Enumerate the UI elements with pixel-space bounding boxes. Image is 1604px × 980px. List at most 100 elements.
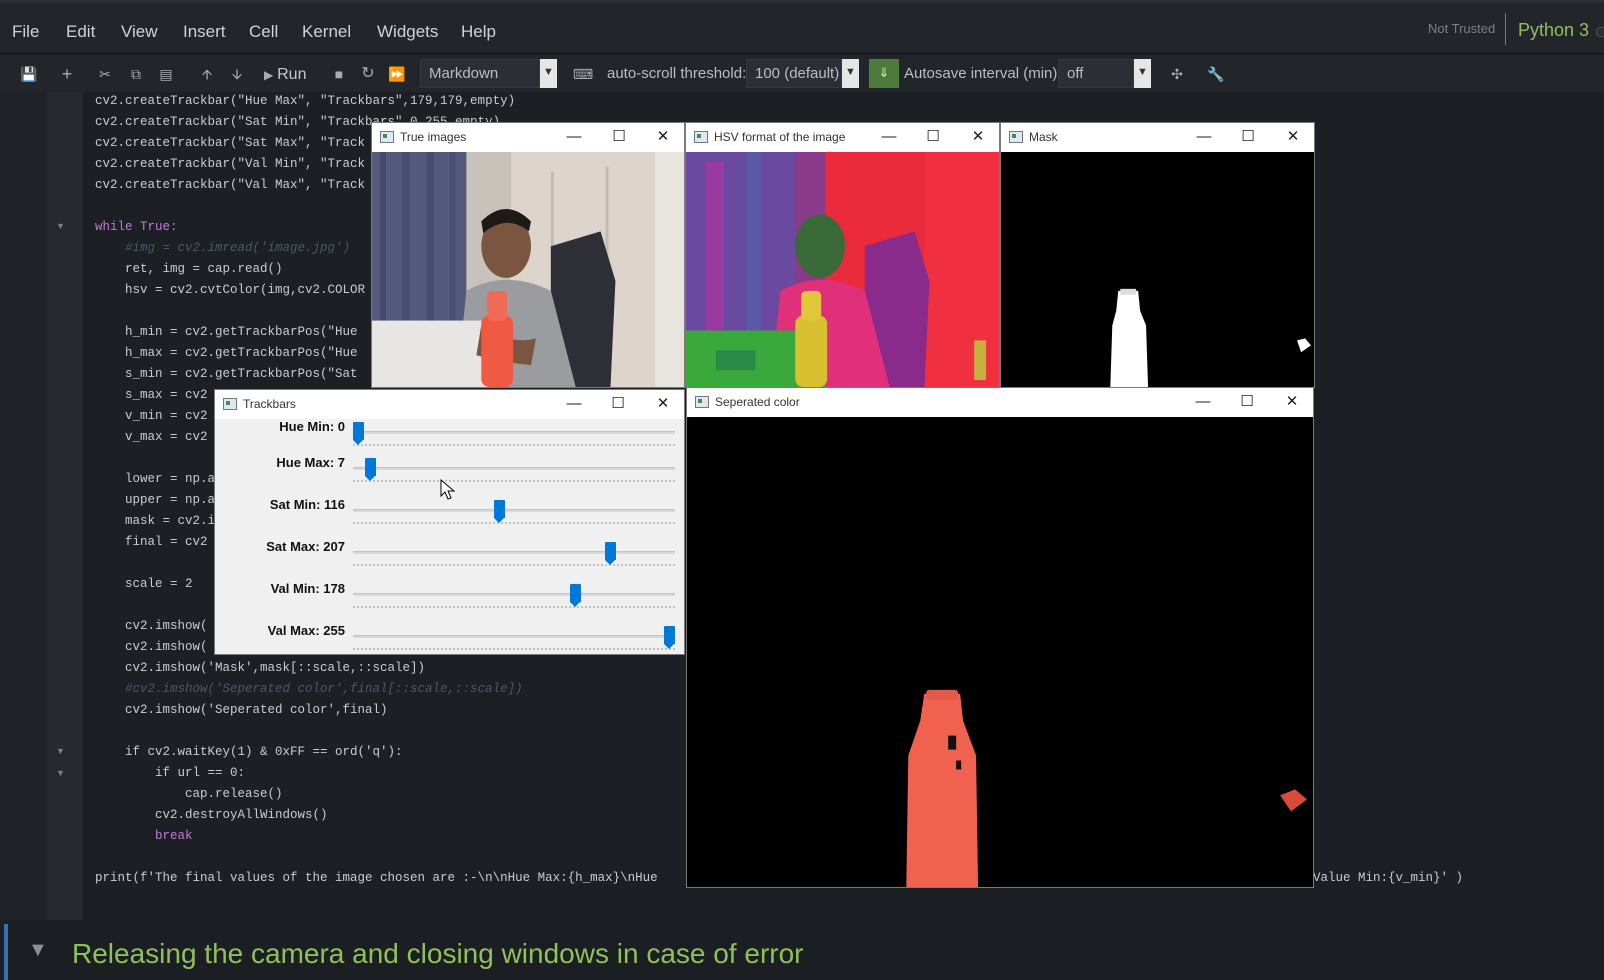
maximize-icon[interactable]: ☐ [608, 127, 630, 147]
menu-cell[interactable]: Cell [249, 22, 278, 42]
collapse-arrow-icon[interactable]: ▼ [28, 939, 48, 962]
trackbar-thumb[interactable] [664, 626, 675, 649]
trackbar-thumb[interactable] [605, 542, 617, 565]
autosave-select[interactable]: off [1058, 59, 1134, 88]
trackbar-ticks [353, 521, 675, 524]
code-line: ret, img = cap.read() [95, 262, 283, 276]
move-up-icon[interactable]: 🡩 [194, 61, 220, 87]
fold-arrow-icon[interactable]: ▼ [56, 768, 65, 778]
hsv-window[interactable]: HSV format of the image — ☐ ✕ [685, 122, 1000, 388]
minimize-icon[interactable]: — [1192, 392, 1214, 412]
crosshair-icon[interactable]: ✣ [1164, 61, 1190, 87]
window-titlebar[interactable]: Seperated color — ☐ ✕ [687, 388, 1313, 417]
chevron-down-icon[interactable]: ▼ [540, 59, 557, 88]
run-button[interactable]: ▶ Run [264, 61, 324, 87]
wrench-icon[interactable]: 🔧 [1203, 61, 1229, 87]
close-icon[interactable]: ✕ [652, 127, 674, 147]
autosave-toggle-icon[interactable]: ⇓ [869, 59, 899, 88]
code-line: if url == 0: [95, 766, 246, 780]
paste-icon[interactable]: ▤ [153, 61, 179, 87]
trackbar-thumb[interactable] [365, 458, 377, 481]
code-line: mask = cv2.i [95, 514, 216, 528]
trackbar-track[interactable] [353, 593, 675, 596]
trackbar-thumb[interactable] [494, 500, 506, 523]
menu-edit[interactable]: Edit [66, 22, 95, 42]
code-line: s_max = cv2 [95, 388, 208, 402]
mask-window[interactable]: Mask — ☐ ✕ [1000, 122, 1315, 388]
separated-color-window[interactable]: Seperated color — ☐ ✕ [686, 387, 1314, 888]
code-line: while True: [95, 220, 178, 234]
trackbar-label: Hue Max: 7 [276, 455, 345, 470]
maximize-icon[interactable]: ☐ [1236, 392, 1258, 412]
code-line: cv2.imshow( [95, 619, 208, 633]
move-down-icon[interactable]: 🡫 [224, 61, 250, 87]
code-line: s_min = cv2.getTrackbarPos("Sat [95, 367, 358, 381]
trackbar-track[interactable] [353, 635, 675, 638]
fold-arrow-icon[interactable]: ▼ [56, 221, 65, 231]
maximize-icon[interactable]: ☐ [607, 394, 629, 414]
window-titlebar[interactable]: Trackbars — ☐ ✕ [215, 390, 684, 419]
save-icon[interactable]: 💾 [16, 61, 42, 87]
fold-arrow-icon[interactable]: ▼ [56, 746, 65, 756]
mask-image [1001, 152, 1314, 387]
trackbar-track[interactable] [353, 509, 675, 512]
minimize-icon[interactable]: — [1193, 127, 1215, 147]
code-line: final = cv2 [95, 535, 208, 549]
separated-image [687, 417, 1313, 887]
menu-help[interactable]: Help [461, 22, 496, 42]
window-app-icon [1009, 131, 1023, 143]
chevron-down-icon[interactable]: ▼ [842, 59, 859, 88]
window-titlebar[interactable]: HSV format of the image — ☐ ✕ [686, 123, 999, 152]
window-titlebar[interactable]: Mask — ☐ ✕ [1001, 123, 1314, 152]
copy-icon[interactable]: ⧉ [123, 61, 149, 87]
add-cell-icon[interactable]: + [54, 61, 80, 87]
trackbar-track[interactable] [353, 431, 675, 434]
window-titlebar[interactable]: True images — ☐ ✕ [372, 123, 684, 152]
window-app-icon [380, 131, 394, 143]
mouse-cursor-icon [440, 479, 456, 500]
chevron-down-icon[interactable]: ▼ [1134, 59, 1151, 88]
close-icon[interactable]: ✕ [1282, 127, 1304, 147]
menu-kernel[interactable]: Kernel [302, 22, 351, 42]
autosave-label: Autosave interval (min): [904, 65, 1062, 82]
trackbar-thumb[interactable] [570, 584, 582, 607]
minimize-icon[interactable]: — [563, 127, 585, 147]
trackbars-window[interactable]: Trackbars — ☐ ✕ Hue Min: 0 Hue Max: 7 Sat … [214, 389, 685, 655]
stop-icon[interactable]: ■ [326, 61, 352, 87]
kernel-name[interactable]: Python 3 [1518, 20, 1589, 41]
maximize-icon[interactable]: ☐ [1237, 127, 1259, 147]
keyboard-icon[interactable]: ⌨ [570, 61, 596, 87]
menu-file[interactable]: File [12, 22, 39, 42]
cell-type-select[interactable]: Markdown [420, 59, 540, 88]
close-icon[interactable]: ✕ [1281, 392, 1303, 412]
code-line: cv2.createTrackbar("Val Min", "Track [95, 157, 366, 171]
code-line: scale = 2 [95, 577, 193, 591]
cell-gutter [47, 92, 83, 920]
separated-frame [687, 417, 1313, 887]
minimize-icon[interactable]: — [878, 127, 900, 147]
restart-icon[interactable]: ↻ [355, 61, 381, 87]
autoscroll-select[interactable]: 100 (default) [746, 59, 842, 88]
close-icon[interactable]: ✕ [652, 394, 674, 414]
menu-widgets[interactable]: Widgets [377, 22, 438, 42]
true-images-window[interactable]: True images — ☐ ✕ [371, 122, 685, 388]
code-comment: #img = cv2.imread('image.jpg') [95, 241, 351, 255]
fast-forward-icon[interactable]: ⏩ [384, 61, 410, 87]
cut-icon[interactable]: ✂ [92, 61, 118, 87]
trackbar-thumb[interactable] [353, 422, 364, 445]
cell-selection-bar [4, 924, 8, 980]
menu-view[interactable]: View [121, 22, 158, 42]
minimize-icon[interactable]: — [563, 394, 585, 414]
trackbar-track[interactable] [353, 551, 675, 554]
maximize-icon[interactable]: ☐ [922, 127, 944, 147]
window-app-icon [694, 131, 708, 143]
trackbar-track[interactable] [353, 467, 675, 470]
code-line: h_min = cv2.getTrackbarPos("Hue [95, 325, 358, 339]
code-line: cv2.destroyAllWindows() [95, 808, 328, 822]
window-title: Trackbars [243, 397, 296, 411]
close-icon[interactable]: ✕ [967, 127, 989, 147]
trust-status[interactable]: Not Trusted [1428, 21, 1495, 36]
toolbar: 💾 + ✂ ⧉ ▤ 🡩 🡫 ▶ Run ■ ↻ ⏩ Markdown ▼ ⌨ a… [0, 55, 1604, 92]
code-line: cv2.createTrackbar("Sat Max", "Track [95, 136, 366, 150]
menu-insert[interactable]: Insert [183, 22, 226, 42]
